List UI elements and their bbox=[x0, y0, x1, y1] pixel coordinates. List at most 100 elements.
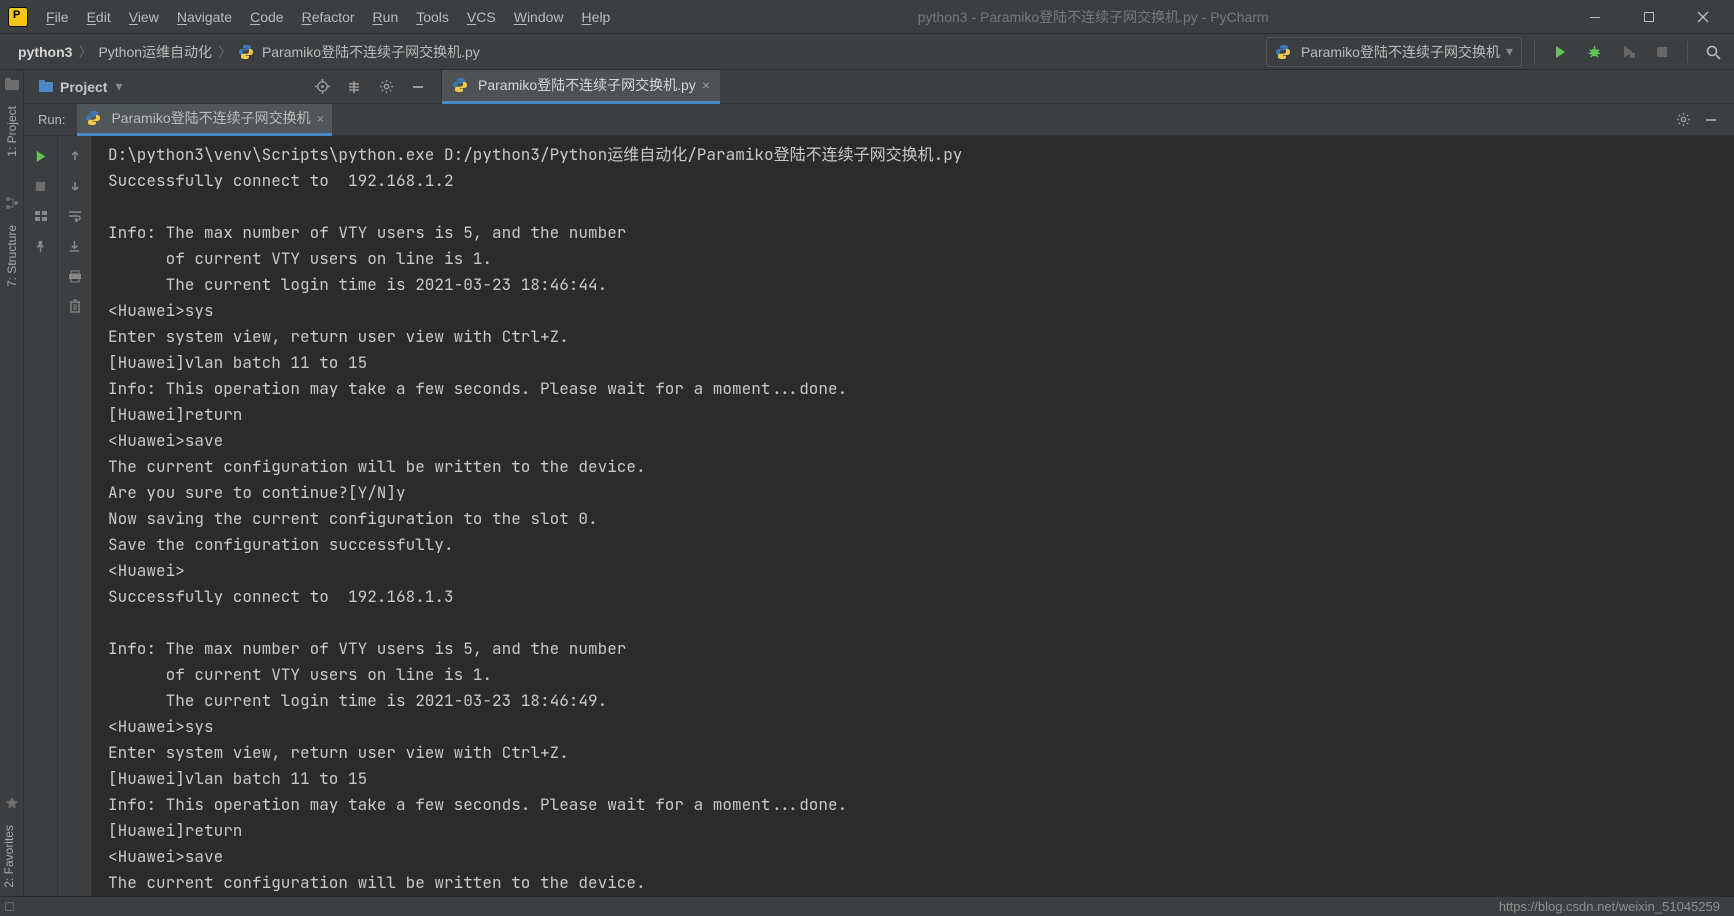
menu-item-label: VCS bbox=[467, 9, 496, 25]
menu-item-label: Run bbox=[373, 9, 399, 25]
nav-bar: python3 〉 Python运维自动化 〉 Paramiko登陆不连续子网交… bbox=[0, 34, 1734, 70]
menu-item-file[interactable]: File bbox=[38, 5, 77, 29]
editor-tab-label: Paramiko登陆不连续子网交换机.py bbox=[478, 75, 696, 95]
menu-item-label: Code bbox=[250, 9, 283, 25]
python-file-icon bbox=[1275, 44, 1291, 60]
search-everywhere-button[interactable] bbox=[1700, 39, 1726, 65]
bottom-tab-group: 2: Favorites bbox=[0, 789, 24, 896]
status-bar: ◻ https://blog.csdn.net/weixin_51045259 bbox=[0, 896, 1734, 916]
python-file-icon bbox=[452, 77, 468, 93]
left-tool-gutter: 1: Project 7: Structure 2: Favorites bbox=[0, 70, 24, 896]
project-tool-header: Project ▾ bbox=[38, 70, 442, 103]
python-file-icon bbox=[85, 110, 101, 126]
scroll-to-end-button[interactable] bbox=[61, 232, 89, 260]
project-tool-label[interactable]: Project bbox=[60, 79, 107, 95]
run-tool-label: Run: bbox=[38, 112, 65, 127]
stop-process-button[interactable] bbox=[27, 172, 55, 200]
debug-button[interactable] bbox=[1581, 39, 1607, 65]
menu-item-run[interactable]: Run bbox=[365, 5, 407, 29]
editor-tabs: Paramiko登陆不连续子网交换机.py × bbox=[442, 70, 720, 104]
scroll-up-button[interactable] bbox=[61, 142, 89, 170]
run-tool-body: D:\python3\venv\Scripts\python.exe D:/py… bbox=[24, 136, 1734, 896]
breadcrumb: python3 〉 Python运维自动化 〉 Paramiko登陆不连续子网交… bbox=[18, 42, 480, 62]
run-actions-column-left bbox=[24, 136, 58, 896]
breadcrumb-root[interactable]: python3 bbox=[18, 44, 72, 60]
chevron-right-icon: 〉 bbox=[78, 42, 92, 62]
menu-item-tools[interactable]: Tools bbox=[408, 5, 457, 29]
run-config-label: Paramiko登陆不连续子网交换机 bbox=[1301, 42, 1500, 62]
separator bbox=[1687, 41, 1688, 63]
tab-structure[interactable]: 7: Structure bbox=[3, 217, 21, 295]
favorites-tool-icon[interactable] bbox=[0, 789, 24, 817]
clear-all-button[interactable] bbox=[61, 292, 89, 320]
breadcrumb-file-label: Paramiko登陆不连续子网交换机.py bbox=[262, 44, 480, 60]
project-tool-header-row: Project ▾ Paramiko登陆不连续子网交换机.py × bbox=[24, 70, 1734, 104]
tool-windows-quick-access-icon[interactable]: ◻ bbox=[4, 898, 15, 914]
stop-button[interactable] bbox=[1649, 39, 1675, 65]
run-tab-active[interactable]: Paramiko登陆不连续子网交换机 × bbox=[77, 104, 332, 136]
minimize-button[interactable] bbox=[1568, 0, 1622, 34]
tab-label: 1: Project bbox=[5, 106, 19, 157]
menu-item-label: Refactor bbox=[302, 9, 355, 25]
settings-button[interactable] bbox=[373, 74, 399, 100]
pin-button[interactable] bbox=[27, 232, 55, 260]
menu-item-vcs[interactable]: VCS bbox=[459, 5, 504, 29]
structure-tool-icon[interactable] bbox=[0, 189, 24, 217]
rerun-button[interactable] bbox=[27, 142, 55, 170]
run-settings-button[interactable] bbox=[1670, 107, 1696, 133]
tab-project[interactable]: 1: Project bbox=[3, 98, 21, 165]
chevron-down-icon[interactable]: ▾ bbox=[115, 78, 122, 95]
pycharm-icon bbox=[8, 7, 28, 27]
close-tab-icon[interactable]: × bbox=[702, 77, 710, 93]
scroll-down-button[interactable] bbox=[61, 172, 89, 200]
tab-favorites[interactable]: 2: Favorites bbox=[0, 817, 18, 896]
tab-label: 2: Favorites bbox=[2, 825, 16, 888]
menu-item-label: Help bbox=[582, 9, 611, 25]
soft-wrap-button[interactable] bbox=[61, 202, 89, 230]
menu-item-refactor[interactable]: Refactor bbox=[294, 5, 363, 29]
maximize-button[interactable] bbox=[1622, 0, 1676, 34]
project-icon bbox=[38, 79, 54, 95]
separator bbox=[1534, 41, 1535, 63]
project-tool-icon[interactable] bbox=[0, 70, 24, 98]
collapse-all-button[interactable] bbox=[341, 74, 367, 100]
run-tool-header-actions bbox=[1670, 107, 1734, 133]
run-tool-header: Run: Paramiko登陆不连续子网交换机 × bbox=[24, 104, 1734, 136]
window-title: python3 - Paramiko登陆不连续子网交换机.py - PyChar… bbox=[618, 7, 1568, 27]
run-actions-column-right bbox=[58, 136, 92, 896]
console-output[interactable]: D:\python3\venv\Scripts\python.exe D:/py… bbox=[92, 136, 1734, 896]
main-area: Project ▾ Paramiko登陆不连续子网交换机.py × Run: bbox=[24, 70, 1734, 896]
menu-item-view[interactable]: View bbox=[121, 5, 167, 29]
run-button[interactable] bbox=[1547, 39, 1573, 65]
layout-button[interactable] bbox=[27, 202, 55, 230]
close-button[interactable] bbox=[1676, 0, 1730, 34]
locate-file-button[interactable] bbox=[309, 74, 335, 100]
menu-item-window[interactable]: Window bbox=[506, 5, 572, 29]
run-with-coverage-button[interactable] bbox=[1615, 39, 1641, 65]
run-configuration-selector[interactable]: Paramiko登陆不连续子网交换机 ▾ bbox=[1266, 37, 1522, 67]
chevron-down-icon: ▾ bbox=[1506, 43, 1513, 60]
run-tab-label: Paramiko登陆不连续子网交换机 bbox=[111, 108, 310, 128]
breadcrumb-file[interactable]: Paramiko登陆不连续子网交换机.py bbox=[238, 42, 480, 62]
watermark-text: https://blog.csdn.net/weixin_51045259 bbox=[1499, 899, 1720, 914]
menu-item-help[interactable]: Help bbox=[574, 5, 619, 29]
main-menu: File Edit View Navigate Code Refactor Ru… bbox=[38, 5, 618, 29]
hide-tool-button[interactable] bbox=[405, 74, 431, 100]
menu-item-label: View bbox=[129, 9, 159, 25]
menu-item-label: Window bbox=[514, 9, 564, 25]
menu-item-label: Tools bbox=[416, 9, 449, 25]
python-file-icon bbox=[238, 44, 254, 60]
menu-item-code[interactable]: Code bbox=[242, 5, 291, 29]
breadcrumb-folder[interactable]: Python运维自动化 bbox=[98, 42, 212, 62]
menu-item-label: Edit bbox=[87, 9, 111, 25]
toolbar-right: Paramiko登陆不连续子网交换机 ▾ bbox=[1266, 37, 1726, 67]
hide-run-tool-button[interactable] bbox=[1698, 107, 1724, 133]
close-run-tab-icon[interactable]: × bbox=[317, 111, 325, 126]
print-button[interactable] bbox=[61, 262, 89, 290]
title-bar: File Edit View Navigate Code Refactor Ru… bbox=[0, 0, 1734, 34]
window-controls bbox=[1568, 0, 1730, 34]
editor-tab-active[interactable]: Paramiko登陆不连续子网交换机.py × bbox=[442, 70, 720, 104]
menu-item-edit[interactable]: Edit bbox=[79, 5, 119, 29]
menu-item-navigate[interactable]: Navigate bbox=[169, 5, 240, 29]
chevron-right-icon: 〉 bbox=[218, 42, 232, 62]
